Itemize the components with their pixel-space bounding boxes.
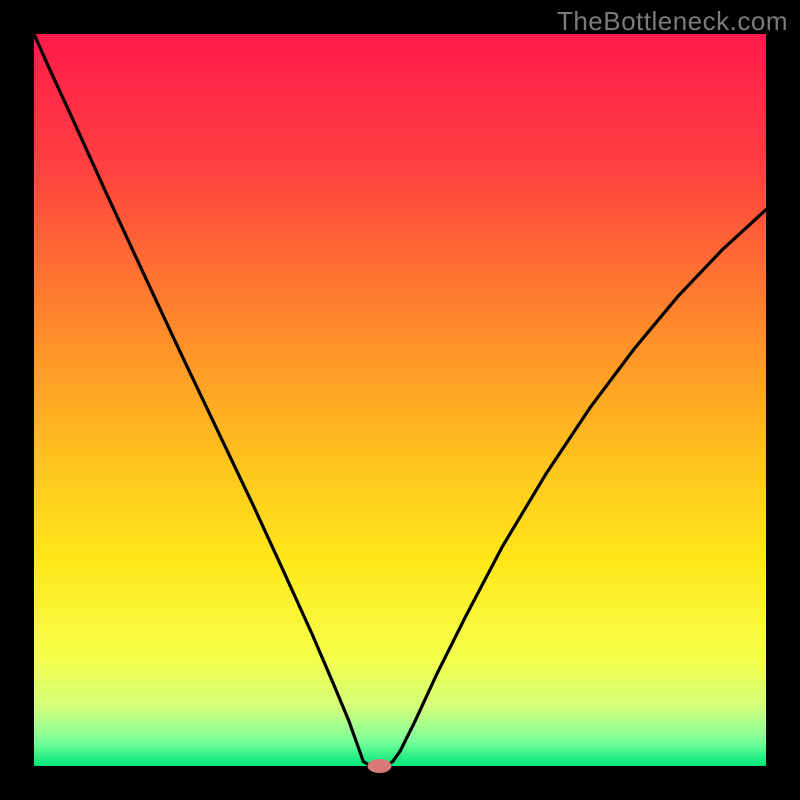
bottleneck-chart (0, 0, 800, 800)
gradient-background (34, 34, 766, 766)
chart-frame: TheBottleneck.com (0, 0, 800, 800)
optimum-marker (368, 759, 392, 773)
